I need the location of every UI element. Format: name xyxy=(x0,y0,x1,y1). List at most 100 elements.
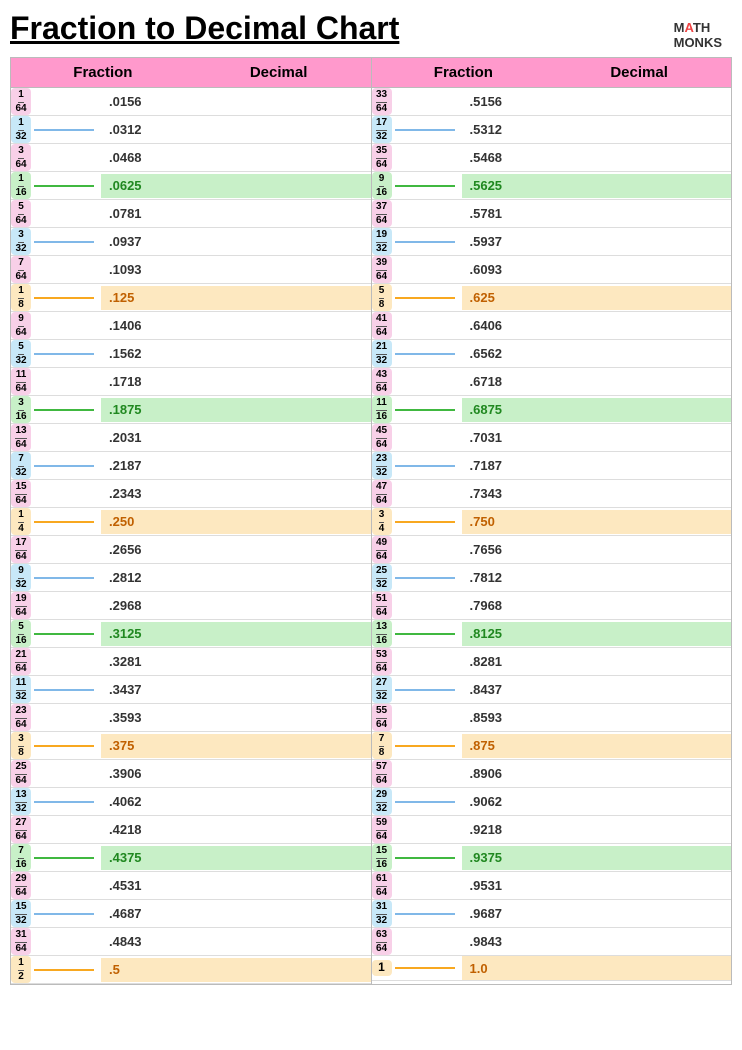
fraction-line xyxy=(34,773,94,775)
decimal-cell: .9531 xyxy=(462,874,732,898)
fraction-line xyxy=(34,969,94,971)
fraction-numerator: 45 xyxy=(376,425,387,439)
fraction-cell: 4764 xyxy=(372,480,462,507)
fraction-denominator: 64 xyxy=(376,831,387,843)
decimal-cell: .6406 xyxy=(462,314,732,338)
table-row: 2964.4531 xyxy=(11,872,371,900)
table-row: 14.250 xyxy=(11,508,371,536)
fraction-numerator: 19 xyxy=(376,229,387,243)
fraction-line xyxy=(395,353,455,355)
fraction-denominator: 16 xyxy=(15,411,26,423)
table-row: 18.125 xyxy=(11,284,371,312)
decimal-cell: .4218 xyxy=(101,818,371,842)
fraction-numerator: 9 xyxy=(379,173,385,187)
table-row: 2132.6562 xyxy=(372,340,732,368)
fraction-cell: 2364 xyxy=(11,704,101,731)
table-row: 764.1093 xyxy=(11,256,371,284)
fraction-cell: 5964 xyxy=(372,816,462,843)
fraction-numerator: 33 xyxy=(376,89,387,103)
table-row: 964 .1406 xyxy=(11,312,371,340)
fraction-whole: 1 xyxy=(378,961,385,975)
decimal-cell: .625 xyxy=(462,286,732,310)
fraction-numerator: 5 xyxy=(379,285,385,299)
fraction-cell: 78 xyxy=(372,732,462,759)
fraction-denominator: 64 xyxy=(15,327,26,339)
fraction-line xyxy=(34,577,94,579)
fraction-box: 716 xyxy=(11,844,31,871)
fraction-cell: 516 xyxy=(11,620,101,647)
fraction-numerator: 11 xyxy=(16,369,27,383)
fraction-numerator: 63 xyxy=(376,929,387,943)
left-fraction-header: Fraction xyxy=(15,64,191,81)
fraction-line xyxy=(395,773,455,775)
fraction-line xyxy=(34,129,94,131)
fraction-numerator: 15 xyxy=(15,901,26,915)
fraction-cell: 5764 xyxy=(372,760,462,787)
table-row: 78.875 xyxy=(372,732,732,760)
fraction-cell: 58 xyxy=(372,284,462,311)
fraction-numerator: 9 xyxy=(18,313,24,327)
fraction-cell: 116 xyxy=(11,172,101,199)
fraction-denominator: 64 xyxy=(15,887,26,899)
table-row: 6164.9531 xyxy=(372,872,732,900)
fraction-box: 3164 xyxy=(11,928,31,955)
fraction-line xyxy=(34,941,94,943)
table-row: 932.2812 xyxy=(11,564,371,592)
fraction-box: 2564 xyxy=(11,760,31,787)
fraction-line xyxy=(395,185,455,187)
fraction-box: 132 xyxy=(11,116,31,143)
fraction-box: 3764 xyxy=(372,200,392,227)
fraction-cell: 2564 xyxy=(11,760,101,787)
fraction-cell: 164 xyxy=(11,88,101,115)
decimal-cell: .8906 xyxy=(462,762,732,786)
right-half: Fraction Decimal 3364.51561732.53123564.… xyxy=(372,58,732,984)
fraction-numerator: 5 xyxy=(18,621,24,635)
fraction-line xyxy=(395,745,455,747)
fraction-box: 34 xyxy=(372,508,392,535)
table-row: 4964.7656 xyxy=(372,536,732,564)
fraction-line xyxy=(34,605,94,607)
fraction-cell: 2164 xyxy=(11,648,101,675)
table-row: 4364.6718 xyxy=(372,368,732,396)
fraction-box: 78 xyxy=(372,732,392,759)
fraction-line xyxy=(395,437,455,439)
fraction-line xyxy=(395,857,455,859)
fraction-denominator: 64 xyxy=(376,439,387,451)
table-row: 916.5625 xyxy=(372,172,732,200)
table-row: 2164.3281 xyxy=(11,648,371,676)
fraction-numerator: 29 xyxy=(15,873,26,887)
fraction-cell: 732 xyxy=(11,452,101,479)
table-row: 2932.9062 xyxy=(372,788,732,816)
fraction-box: 2164 xyxy=(11,648,31,675)
fraction-line xyxy=(395,633,455,635)
table-row: 5764.8906 xyxy=(372,760,732,788)
decimal-cell: .3593 xyxy=(101,706,371,730)
fraction-cell: 6364 xyxy=(372,928,462,955)
table-row: 4764.7343 xyxy=(372,480,732,508)
decimal-cell: .2343 xyxy=(101,482,371,506)
decimal-cell: .7656 xyxy=(462,538,732,562)
fraction-box: 3564 xyxy=(372,144,392,171)
fraction-denominator: 4 xyxy=(379,523,385,535)
fraction-line xyxy=(34,157,94,159)
fraction-numerator: 49 xyxy=(376,537,387,551)
fraction-box: 14 xyxy=(11,508,31,535)
chart-container: Fraction Decimal 164.0156132.0312364.046… xyxy=(10,57,732,985)
fraction-cell: 1164 xyxy=(11,368,101,395)
fraction-box: 116 xyxy=(11,172,31,199)
fraction-numerator: 1 xyxy=(18,509,24,523)
fraction-denominator: 64 xyxy=(376,215,387,227)
decimal-cell: .2812 xyxy=(101,566,371,590)
fraction-line xyxy=(34,885,94,887)
decimal-cell: .6562 xyxy=(462,342,732,366)
decimal-cell: .7187 xyxy=(462,454,732,478)
fraction-line xyxy=(395,493,455,495)
table-row: 5364.8281 xyxy=(372,648,732,676)
fraction-denominator: 32 xyxy=(376,691,387,703)
decimal-cell: .1406 xyxy=(101,314,371,338)
fraction-denominator: 64 xyxy=(376,775,387,787)
fraction-numerator: 3 xyxy=(18,229,24,243)
table-row: 716.4375 xyxy=(11,844,371,872)
fraction-denominator: 64 xyxy=(15,719,26,731)
fraction-denominator: 64 xyxy=(15,271,26,283)
